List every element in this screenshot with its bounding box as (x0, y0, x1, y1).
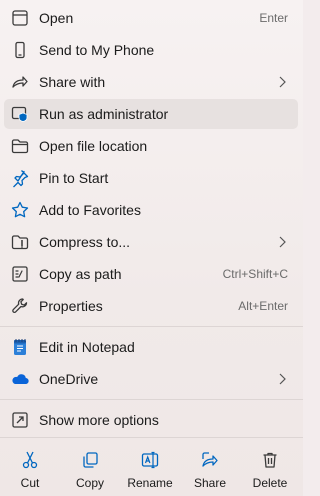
menu-item-run-as-administrator[interactable]: Run as administrator (4, 99, 298, 129)
menu-item-edit-in-notepad[interactable]: Edit in Notepad (4, 332, 298, 362)
wrench-icon (10, 296, 30, 316)
menu-item-pin-to-start[interactable]: Pin to Start (4, 163, 298, 193)
rename-icon (141, 451, 159, 469)
trash-icon (263, 452, 277, 468)
folder-icon (10, 136, 30, 156)
copy-button[interactable]: Copy (62, 440, 118, 496)
admin-shield-icon (10, 104, 30, 124)
chevron-right-icon (279, 236, 286, 248)
menu-item-copy-as-path[interactable]: Copy as path Ctrl+Shift+C (4, 259, 298, 289)
delete-label: Delete (252, 476, 288, 490)
scissors-icon (22, 451, 38, 469)
menu-item-compress-to[interactable]: Compress to... (4, 227, 298, 257)
phone-icon (10, 40, 30, 60)
open-window-icon (10, 8, 30, 28)
rename-button[interactable]: Rename (122, 440, 178, 496)
menu-item-label: Pin to Start (39, 170, 109, 186)
share-icon (202, 452, 218, 467)
chevron-right-icon (279, 76, 286, 88)
context-menu: Open Enter Send to My Phone Share with R… (0, 0, 303, 496)
menu-item-label: Copy as path (39, 266, 122, 282)
menu-item-send-to-phone[interactable]: Send to My Phone (4, 35, 298, 65)
menu-item-label: Share with (39, 74, 106, 90)
separator (0, 326, 303, 327)
menu-item-show-more-options[interactable]: Show more options (4, 405, 298, 435)
separator (0, 399, 303, 400)
shortcut-label: Alt+Enter (238, 299, 288, 313)
menu-item-share-with[interactable]: Share with (4, 67, 298, 97)
menu-item-label: Edit in Notepad (39, 339, 135, 355)
rename-label: Rename (127, 476, 173, 490)
menu-item-label: Send to My Phone (39, 42, 155, 58)
menu-item-add-to-favorites[interactable]: Add to Favorites (4, 195, 298, 225)
share-button[interactable]: Share (182, 440, 238, 496)
menu-item-open[interactable]: Open Enter (4, 3, 298, 33)
share-arrow-icon (10, 72, 30, 92)
zip-folder-icon (10, 232, 30, 252)
quick-actions-bar: Cut Copy Rename Share Delete (0, 440, 303, 496)
share-label: Share (193, 476, 227, 490)
menu-item-label: Show more options (39, 412, 159, 428)
shortcut-label: Enter (259, 11, 288, 25)
menu-item-label: Compress to... (39, 234, 131, 250)
menu-item-label: Run as administrator (39, 106, 169, 122)
copy-label: Copy (75, 476, 104, 490)
pin-icon (10, 168, 30, 188)
separator (0, 437, 303, 438)
shortcut-label: Ctrl+Shift+C (222, 267, 288, 281)
menu-item-label: Properties (39, 298, 103, 314)
star-icon (10, 200, 30, 220)
menu-item-properties[interactable]: Properties Alt+Enter (4, 291, 298, 321)
menu-item-open-file-location[interactable]: Open file location (4, 131, 298, 161)
chevron-right-icon (279, 373, 286, 385)
onedrive-cloud-icon (10, 369, 30, 389)
cut-button[interactable]: Cut (2, 440, 58, 496)
more-options-icon (10, 410, 30, 430)
copy-path-icon (10, 264, 30, 284)
notepad-icon (10, 337, 30, 357)
delete-button[interactable]: Delete (242, 440, 298, 496)
menu-item-label: Open file location (39, 138, 148, 154)
cut-label: Cut (20, 476, 40, 490)
copy-icon (83, 452, 98, 468)
menu-item-label: Add to Favorites (39, 202, 141, 218)
menu-item-label: OneDrive (39, 371, 99, 387)
menu-item-onedrive[interactable]: OneDrive (4, 364, 298, 394)
menu-item-label: Open (39, 10, 74, 26)
